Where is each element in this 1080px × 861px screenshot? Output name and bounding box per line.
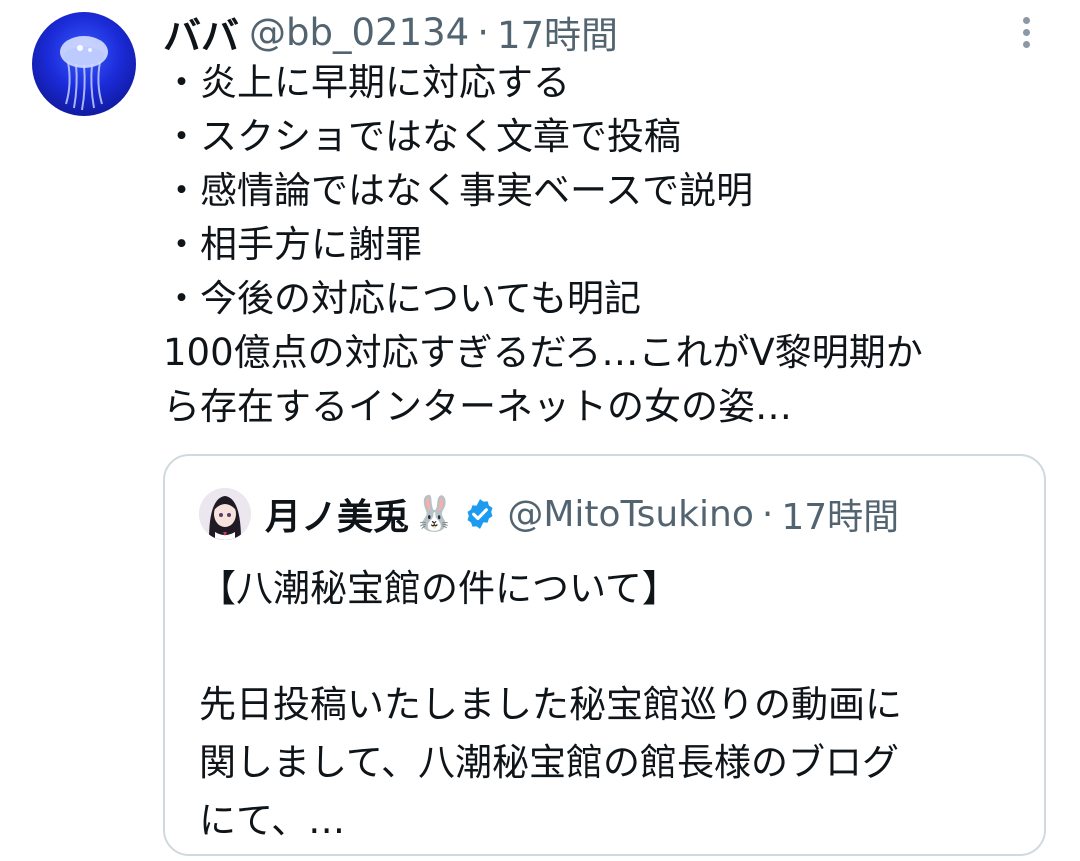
user-handle[interactable]: @bb_02134 [249, 11, 469, 54]
quoted-tweet[interactable]: 月ノ美兎 🐰 @MitoTsukino · 17時間 【八潮秘宝館の件について】… [163, 454, 1046, 856]
tweet-text-line: ・スクショではなく文章で投稿 [163, 115, 681, 158]
quoted-tweet-header: 月ノ美兎 🐰 @MitoTsukino · 17時間 [199, 484, 899, 544]
quoted-heading: 【八潮秘宝館の件について】 [199, 567, 679, 610]
rabbit-icon: 🐰 [413, 494, 456, 534]
tweet-text: ・炎上に早期に対応する ・スクショではなく文章で投稿 ・感情論ではなく事実ベース… [163, 56, 1043, 434]
quoted-display-name[interactable]: 月ノ美兎 [265, 488, 409, 540]
quoted-user-handle[interactable]: @MitoTsukino [507, 494, 754, 535]
quoted-text-line: 先日投稿いたしました秘宝館巡りの動画に [199, 683, 902, 726]
quoted-timestamp[interactable]: 17時間 [781, 488, 899, 540]
quoted-text-line: 関しまして、八潮秘宝館の館長様のブログ [199, 741, 900, 784]
verified-badge-icon [463, 497, 497, 531]
tweet-text-line: ・今後の対応についても明記 [163, 277, 642, 320]
more-options-icon[interactable] [1006, 12, 1046, 52]
tweet-header: ババ @bb_02134 · 17時間 [163, 4, 618, 60]
more-dot [1022, 28, 1030, 36]
more-dot [1022, 40, 1030, 48]
jellyfish-avatar[interactable] [32, 12, 136, 116]
timestamp[interactable]: 17時間 [497, 5, 618, 59]
more-dot [1022, 16, 1030, 24]
quoted-tweet-text: 【八潮秘宝館の件について】 先日投稿いたしました秘宝館巡りの動画に 関しまして、… [199, 560, 1019, 850]
separator-dot: · [477, 10, 489, 54]
tweet[interactable]: ババ @bb_02134 · 17時間 ・炎上に早期に対応する ・スクショではな… [0, 0, 1080, 861]
display-name[interactable]: ババ [163, 5, 239, 60]
tweet-text-line: ・感情論ではなく事実ベースで説明 [163, 169, 754, 212]
quoted-user-avatar[interactable] [199, 488, 251, 540]
separator-dot: · [761, 493, 774, 535]
tweet-text-line: 100億点の対応すぎるだろ…これがV黎明期か [163, 331, 923, 374]
tweet-text-line: ・相手方に謝罪 [163, 223, 422, 266]
quoted-text-line: にて、… [199, 799, 346, 842]
tweet-text-line: ら存在するインターネットの女の姿… [163, 385, 792, 428]
tweet-text-line: ・炎上に早期に対応する [163, 61, 570, 104]
